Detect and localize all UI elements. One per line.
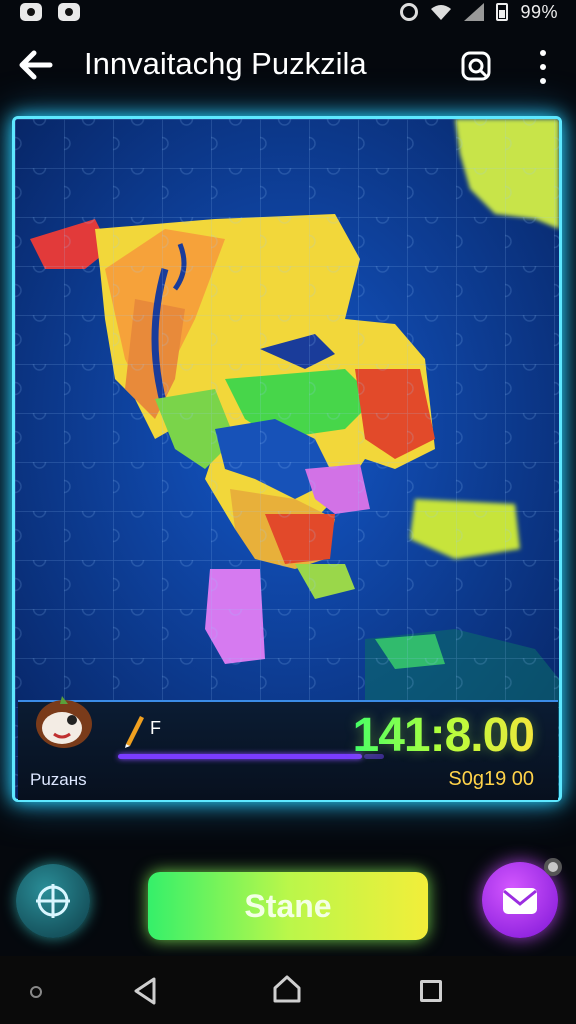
battery-icon [496,3,509,21]
battery-percent: 99% [520,1,558,22]
nav-home-icon[interactable] [272,974,302,1004]
puzzles-label: Puzaнs [30,770,87,789]
notification-icon [20,3,42,21]
status-left [20,0,80,24]
signal-icon [464,3,485,21]
tool-label: F [150,718,161,738]
score-display: S0g19 00 [448,768,534,790]
status-right: 99% [400,0,558,24]
system-nav-bar [0,956,576,1024]
app-bar: Innvaitachg Puzkzila [0,36,576,96]
nav-recent-icon[interactable] [420,980,442,1002]
mail-icon [503,888,537,914]
wifi-icon [431,5,452,20]
target-icon [36,884,70,918]
target-button[interactable] [16,864,90,938]
assistant-dot-icon[interactable] [30,986,42,998]
notification-badge [544,858,562,876]
timer-display: 141:8.00 [352,709,535,762]
alarm-icon [400,3,419,21]
nav-back-icon[interactable] [132,976,158,1006]
zoom-search-icon[interactable] [460,50,494,84]
info-panel: Puzaнs F 141:8.00 S0g19 00 [18,696,558,800]
back-arrow-icon[interactable] [18,50,54,80]
mascot-avatar-icon [36,696,92,748]
app-notification-icon [58,3,80,21]
page-title: Innvaitachg Puzkzila [84,46,367,81]
puzzle-map-image [15,119,559,799]
status-bar: 99% [0,0,576,30]
timer-progress-bar [118,754,362,759]
pencil-icon[interactable]: F [122,712,162,748]
more-vert-icon[interactable] [536,50,550,84]
start-button[interactable]: Stane [148,872,428,940]
